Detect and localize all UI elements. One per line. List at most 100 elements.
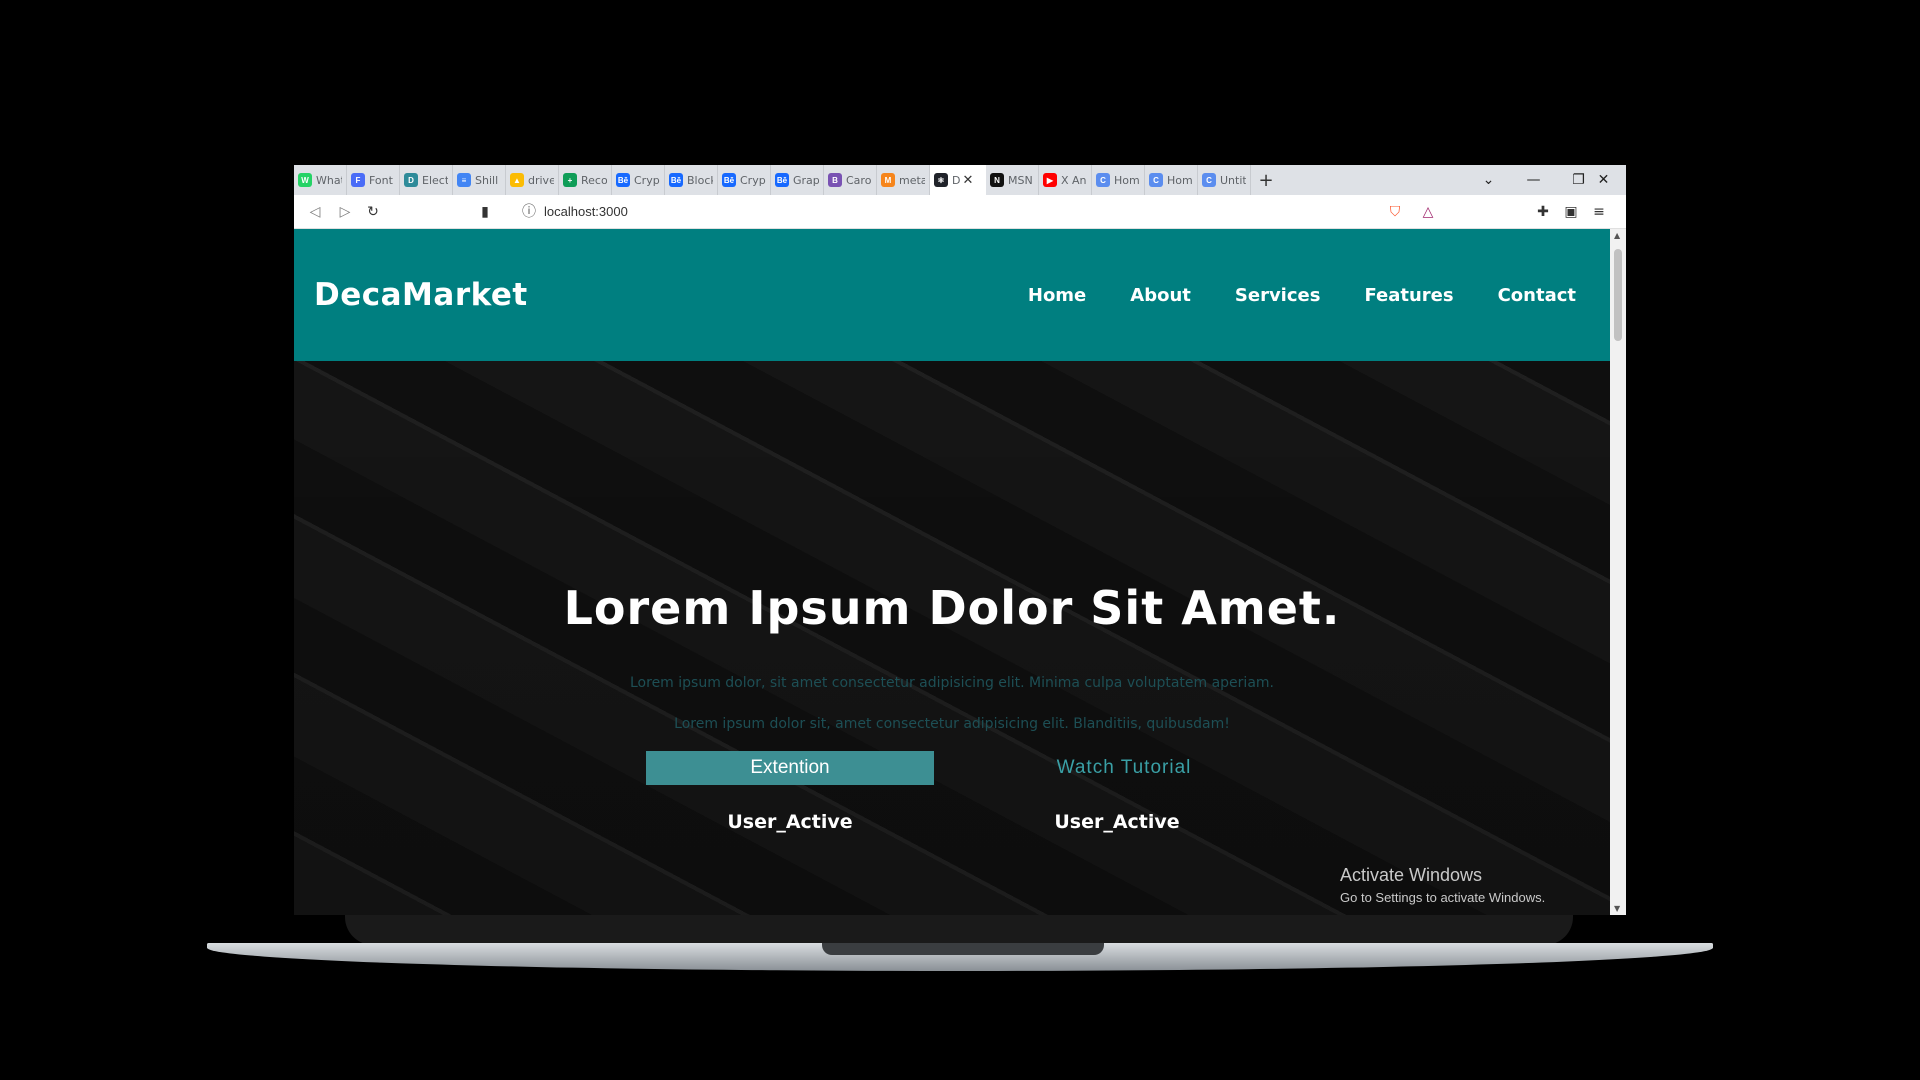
tab-title: D bbox=[952, 173, 961, 187]
brand-logo[interactable]: DecaMarket bbox=[314, 277, 528, 313]
tab-favicon-icon: Bē bbox=[669, 173, 683, 187]
tab-title: meta bbox=[899, 173, 925, 187]
tab-title: Carou bbox=[846, 173, 872, 187]
forward-icon[interactable]: ▷ bbox=[334, 201, 356, 223]
browser-tab[interactable]: Bē Crypt bbox=[718, 165, 771, 195]
reload-icon[interactable]: ↻ bbox=[362, 201, 384, 223]
close-window-icon[interactable]: ✕ bbox=[1581, 165, 1626, 195]
browser-tab[interactable]: F Font bbox=[347, 165, 400, 195]
browser-tab[interactable]: W What bbox=[294, 165, 347, 195]
extension-button[interactable]: Extention bbox=[646, 751, 934, 785]
watch-tutorial-button[interactable]: Watch Tutorial bbox=[980, 751, 1268, 785]
tab-title: Crypt bbox=[740, 173, 766, 187]
new-tab-icon[interactable]: + bbox=[1251, 170, 1281, 191]
browser-tab[interactable]: C Hom bbox=[1092, 165, 1145, 195]
tab-favicon-icon: + bbox=[563, 173, 577, 187]
tab-favicon-icon: B bbox=[828, 173, 842, 187]
scroll-thumb[interactable] bbox=[1614, 249, 1622, 341]
scroll-up-icon[interactable]: ▲ bbox=[1614, 231, 1620, 240]
browser-tab[interactable]: D Electr bbox=[400, 165, 453, 195]
tab-favicon-icon: Bē bbox=[722, 173, 736, 187]
tab-title: Block bbox=[687, 173, 713, 187]
tab-favicon-icon: ⚛ bbox=[934, 173, 948, 187]
site-navbar: DecaMarket Home About Services Features … bbox=[294, 229, 1610, 361]
bookmark-icon[interactable]: ▮ bbox=[474, 201, 496, 223]
page-scrollbar[interactable]: ▲ ▼ bbox=[1610, 229, 1626, 915]
tab-favicon-icon: C bbox=[1096, 173, 1110, 187]
page-viewport: DecaMarket Home About Services Features … bbox=[294, 229, 1610, 915]
user-active-label-2: User_Active bbox=[1054, 811, 1180, 833]
browser-tab[interactable]: ▶ X An bbox=[1039, 165, 1092, 195]
browser-tab[interactable]: ≡ Shill bbox=[453, 165, 506, 195]
browser-tab[interactable]: B Carou bbox=[824, 165, 877, 195]
tab-title: Shill bbox=[475, 173, 499, 187]
browser-toolbar: ◁ ▷ ↻ ▮ ⓘ localhost:3000 ⛉ △ ✚ ▣ ≡ bbox=[294, 195, 1626, 229]
laptop-hinge bbox=[345, 915, 1573, 945]
tab-title: Crypt bbox=[634, 173, 660, 187]
tab-title: Untit bbox=[1220, 173, 1246, 187]
tab-favicon-icon: Bē bbox=[775, 173, 789, 187]
browser-window: W What F Font D Electr ≡ Shill ▲ drive + Reco Bē Cryp… bbox=[294, 165, 1626, 915]
browser-tab[interactable]: Bē Crypt bbox=[612, 165, 665, 195]
extensions-icon[interactable]: ✚ bbox=[1532, 201, 1554, 223]
tab-title: Reco bbox=[581, 173, 607, 187]
tab-title: Grap bbox=[793, 173, 819, 187]
url-text[interactable]: localhost:3000 bbox=[544, 204, 628, 219]
browser-tab[interactable]: C Untit bbox=[1198, 165, 1251, 195]
minimize-icon[interactable]: — bbox=[1511, 165, 1556, 195]
site-info-icon[interactable]: ⓘ bbox=[518, 200, 540, 222]
brave-rewards-icon[interactable]: △ bbox=[1417, 201, 1439, 223]
nav-features[interactable]: Features bbox=[1364, 285, 1453, 306]
tab-favicon-icon: ≡ bbox=[457, 173, 471, 187]
tab-title: drive bbox=[528, 173, 554, 187]
nav-menu: Home About Services Features Contact bbox=[1028, 285, 1576, 306]
back-icon[interactable]: ◁ bbox=[304, 201, 326, 223]
wallet-icon[interactable]: ▣ bbox=[1560, 201, 1582, 223]
tab-favicon-icon: N bbox=[990, 173, 1004, 187]
browser-tab[interactable]: + Reco bbox=[559, 165, 612, 195]
nav-about[interactable]: About bbox=[1130, 285, 1191, 306]
chevron-down-icon[interactable]: ⌄ bbox=[1466, 165, 1511, 195]
tab-title: Electr bbox=[422, 173, 448, 187]
address-bar[interactable]: ⓘ localhost:3000 bbox=[514, 198, 1384, 225]
activate-windows-hint: Go to Settings to activate Windows. bbox=[1340, 890, 1546, 905]
tab-title: What bbox=[316, 173, 342, 187]
activate-windows-title: Activate Windows bbox=[1340, 865, 1483, 885]
tab-strip: W What F Font D Electr ≡ Shill ▲ drive + Reco Bē Cryp… bbox=[294, 165, 1626, 195]
tab-favicon-icon: D bbox=[404, 173, 418, 187]
brave-shield-icon[interactable]: ⛉ bbox=[1384, 201, 1406, 223]
tab-title: Font bbox=[369, 173, 393, 187]
user-active-label-1: User_Active bbox=[727, 811, 853, 833]
browser-tab[interactable]: Bē Block bbox=[665, 165, 718, 195]
tab-favicon-icon: ▶ bbox=[1043, 173, 1057, 187]
nav-contact[interactable]: Contact bbox=[1498, 285, 1576, 306]
activate-windows-watermark: Activate Windows Go to Settings to activ… bbox=[1340, 865, 1545, 905]
tab-favicon-icon: M bbox=[881, 173, 895, 187]
hero-subtitle-1: Lorem ipsum dolor, sit amet consectetur … bbox=[630, 675, 1274, 691]
nav-home[interactable]: Home bbox=[1028, 285, 1086, 306]
tab-favicon-icon: Bē bbox=[616, 173, 630, 187]
browser-tab[interactable]: ▲ drive bbox=[506, 165, 559, 195]
browser-tab[interactable]: C Hom bbox=[1145, 165, 1198, 195]
tab-favicon-icon: C bbox=[1202, 173, 1216, 187]
hero-section: Lorem Ipsum Dolor Sit Amet. Lorem ipsum … bbox=[294, 361, 1610, 915]
hero-title: Lorem Ipsum Dolor Sit Amet. bbox=[563, 581, 1341, 635]
nav-services[interactable]: Services bbox=[1235, 285, 1321, 306]
tab-favicon-icon: W bbox=[298, 173, 312, 187]
browser-tab[interactable]: Bē Grap bbox=[771, 165, 824, 195]
close-tab-icon[interactable]: ✕ bbox=[962, 173, 973, 188]
laptop-notch bbox=[822, 943, 1104, 955]
tab-favicon-icon: C bbox=[1149, 173, 1163, 187]
hero-subtitle-2: Lorem ipsum dolor sit, amet consectetur … bbox=[674, 716, 1230, 732]
tab-title: Hom bbox=[1114, 173, 1140, 187]
scroll-down-icon[interactable]: ▼ bbox=[1614, 904, 1620, 913]
tab-favicon-icon: ▲ bbox=[510, 173, 524, 187]
tab-favicon-icon: F bbox=[351, 173, 365, 187]
tab-title: Hom bbox=[1167, 173, 1193, 187]
tab-title: X An bbox=[1061, 173, 1087, 187]
menu-icon[interactable]: ≡ bbox=[1588, 201, 1610, 223]
browser-tab[interactable]: Mmeta bbox=[877, 165, 930, 195]
tab-title: MSN bbox=[1008, 173, 1033, 187]
browser-tab[interactable]: ⚛ D ✕ bbox=[930, 165, 986, 195]
browser-tab[interactable]: N MSN bbox=[986, 165, 1039, 195]
